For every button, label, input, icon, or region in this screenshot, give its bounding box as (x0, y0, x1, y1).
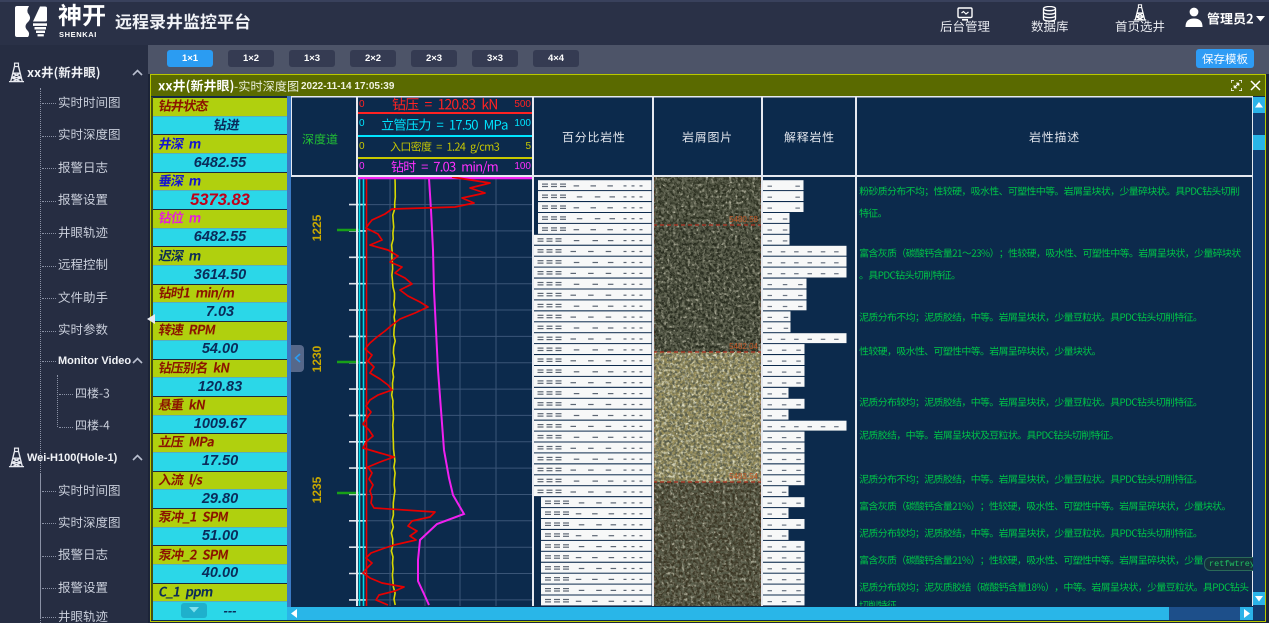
svg-text:5482.04: 5482.04 (729, 342, 758, 351)
svg-text:5483.54: 5483.54 (729, 472, 758, 481)
svg-text:5480.58: 5480.58 (729, 215, 758, 224)
svg-text:1225: 1225 (310, 214, 324, 241)
svg-text:1230: 1230 (310, 345, 324, 372)
svg-text:1235: 1235 (310, 476, 324, 503)
